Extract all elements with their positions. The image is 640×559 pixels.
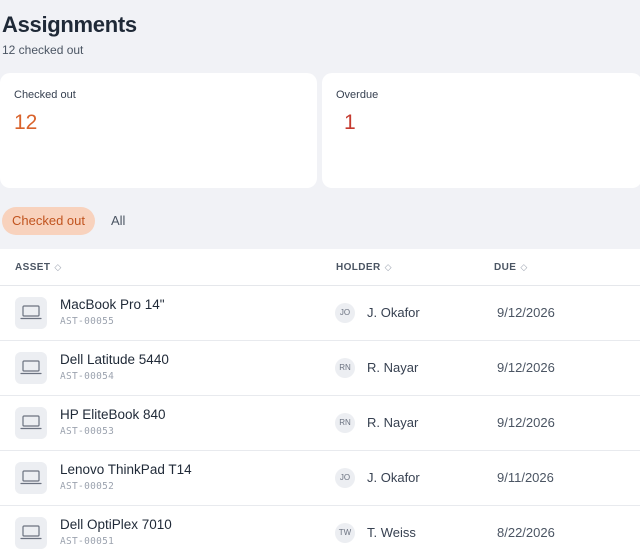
asset-id: AST-00054 (60, 371, 115, 382)
sort-icon: ◇ (384, 262, 392, 272)
stat-card-checked-out: Checked out 12 (0, 73, 317, 188)
stat-cards: Checked out 12 Overdue 1 (0, 73, 640, 188)
page-header: Assignments 12 checked out (2, 12, 137, 57)
tab-all[interactable]: All (101, 207, 135, 235)
laptop-icon (15, 352, 47, 384)
column-header-asset[interactable]: ASSET ◇ (15, 249, 62, 286)
avatar: TW (335, 523, 355, 543)
laptop-icon (15, 297, 47, 329)
asset-name: HP EliteBook 840 (60, 407, 166, 422)
avatar: RN (335, 358, 355, 378)
column-header-due[interactable]: DUE ◇ (494, 249, 528, 286)
avatar: JO (335, 468, 355, 488)
column-header-holder[interactable]: HOLDER ◇ (336, 249, 392, 286)
holder-name: J. Okafor (367, 305, 420, 320)
asset-id: AST-00052 (60, 481, 115, 492)
avatar: JO (335, 303, 355, 323)
tab-checked-out[interactable]: Checked out (2, 207, 95, 235)
sort-icon: ◇ (54, 262, 62, 272)
due-date: 9/11/2026 (497, 470, 554, 485)
table-row[interactable]: HP EliteBook 840 AST-00053 RN R. Nayar 9… (0, 396, 640, 451)
due-date: 9/12/2026 (497, 305, 555, 320)
column-header-label: DUE (494, 262, 517, 273)
stat-card-label: Checked out (14, 89, 76, 101)
stat-card-value: 1 (344, 111, 356, 134)
due-date: 9/12/2026 (497, 360, 555, 375)
holder-name: T. Weiss (367, 525, 416, 540)
holder-name: J. Okafor (367, 470, 420, 485)
table-row[interactable]: Dell Latitude 5440 AST-00054 RN R. Nayar… (0, 341, 640, 396)
laptop-icon (15, 517, 47, 549)
column-header-label: ASSET (15, 262, 51, 273)
due-date: 9/12/2026 (497, 415, 555, 430)
holder-name: R. Nayar (367, 415, 419, 430)
stat-card-label: Overdue (336, 89, 379, 101)
stat-card-value: 12 (14, 111, 38, 134)
filter-tabs: Checked out All (2, 206, 135, 236)
column-header-label: HOLDER (336, 262, 381, 273)
due-date: 8/22/2026 (497, 525, 555, 540)
page-subtitle: 12 checked out (2, 43, 84, 57)
holder-name: R. Nayar (367, 360, 419, 375)
laptop-icon (15, 407, 47, 439)
laptop-icon (15, 462, 47, 494)
asset-name: Lenovo ThinkPad T14 (60, 462, 192, 477)
asset-id: AST-00053 (60, 426, 115, 437)
asset-name: Dell OptiPlex 7010 (60, 517, 172, 532)
avatar: RN (335, 413, 355, 433)
asset-id: AST-00055 (60, 316, 115, 327)
table-row[interactable]: MacBook Pro 14" AST-00055 JO J. Okafor 9… (0, 286, 640, 341)
stat-card-overdue: Overdue 1 (322, 73, 640, 188)
asset-id: AST-00051 (60, 536, 115, 547)
sort-icon: ◇ (520, 262, 528, 272)
table-row[interactable]: Lenovo ThinkPad T14 AST-00052 JO J. Okaf… (0, 451, 640, 506)
table-row[interactable]: Dell OptiPlex 7010 AST-00051 TW T. Weiss… (0, 506, 640, 559)
page-title: Assignments (2, 12, 137, 37)
assignments-table: ASSET ◇ HOLDER ◇ DUE ◇ MacBook Pro 14" AST-… (0, 249, 640, 559)
table-header: ASSET ◇ HOLDER ◇ DUE ◇ (0, 249, 640, 286)
asset-name: MacBook Pro 14" (60, 297, 165, 312)
asset-name: Dell Latitude 5440 (60, 352, 169, 367)
